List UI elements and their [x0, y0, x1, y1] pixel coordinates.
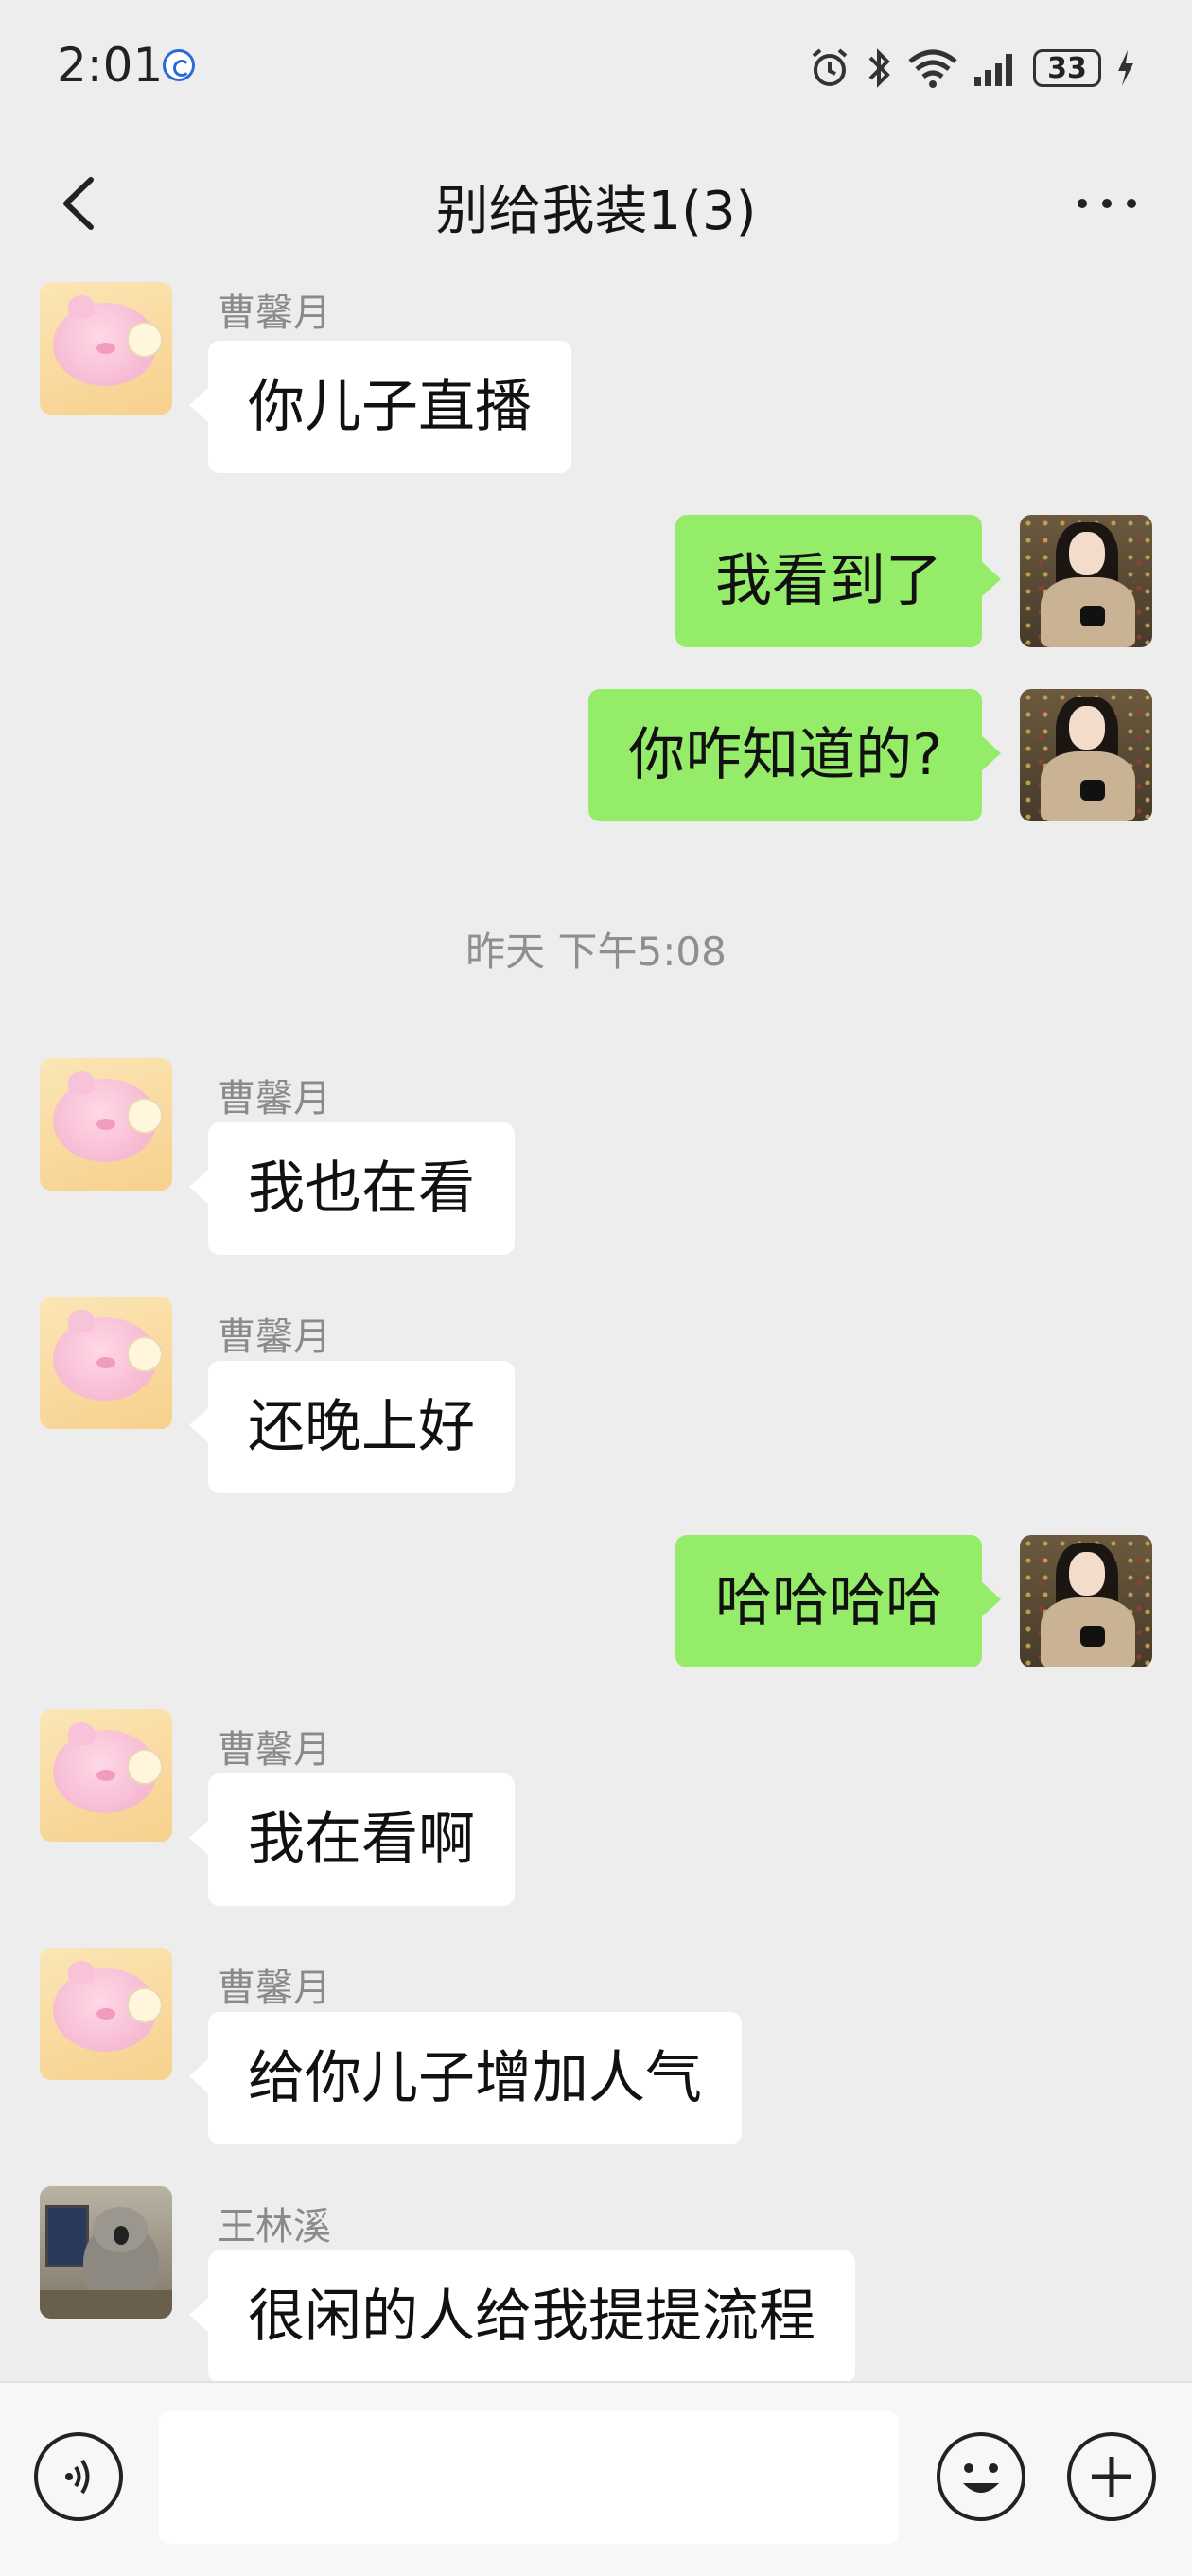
avatar-caoxinyue[interactable]	[40, 1709, 172, 1842]
status-time: 2:01	[57, 38, 164, 93]
alarm-icon	[812, 48, 848, 86]
avatar-caoxinyue[interactable]	[40, 1948, 172, 2080]
incoming-bubble[interactable]: 我也在看	[189, 1122, 515, 1255]
timestamp-divider: 昨天 下午5:08	[465, 928, 727, 975]
status-bar: 2:01 33	[0, 0, 1192, 132]
sender-name: 曹馨月	[218, 1967, 331, 2010]
battery-icon: 33	[1033, 49, 1101, 87]
avatar-self[interactable]	[1020, 1535, 1152, 1667]
sender-name: 曹馨月	[218, 1077, 331, 1120]
avatar-caoxinyue[interactable]	[40, 282, 172, 415]
more-icon[interactable]	[1069, 175, 1145, 232]
avatar-caoxinyue[interactable]	[40, 1297, 172, 1429]
emoji-icon	[963, 2463, 999, 2493]
sender-name: 曹馨月	[218, 1728, 331, 1772]
voice-icon	[65, 2459, 90, 2495]
more-actions-button[interactable]	[1067, 2432, 1156, 2521]
avatar-self[interactable]	[1020, 689, 1152, 821]
sender-name: 曹馨月	[218, 1315, 331, 1359]
outgoing-bubble[interactable]: 哈哈哈哈	[675, 1535, 1001, 1667]
incoming-bubble[interactable]: 还晚上好	[189, 1361, 515, 1493]
incoming-bubble[interactable]: 给你儿子增加人气	[189, 2012, 742, 2144]
avatar-caoxinyue[interactable]	[40, 1058, 172, 1191]
app-notification-icon	[163, 49, 195, 81]
charging-icon	[1118, 50, 1133, 86]
sender-name: 曹馨月	[218, 291, 331, 335]
input-bar	[0, 2381, 1192, 2576]
emoji-button[interactable]	[937, 2432, 1025, 2521]
message-input[interactable]	[159, 2411, 899, 2544]
chat-title: 别给我装1(3)	[435, 181, 757, 242]
wifi-icon	[908, 49, 957, 88]
incoming-bubble[interactable]: 你儿子直播	[189, 341, 571, 473]
outgoing-bubble[interactable]: 我看到了	[675, 515, 1001, 647]
signal-icon	[974, 54, 1012, 86]
bluetooth-icon	[868, 48, 890, 88]
voice-button[interactable]	[34, 2432, 123, 2521]
avatar-self[interactable]	[1020, 515, 1152, 647]
outgoing-bubble[interactable]: 你咋知道的?	[588, 689, 1001, 821]
plus-icon	[1092, 2457, 1131, 2497]
incoming-bubble[interactable]: 很闲的人给我提提流程	[189, 2250, 855, 2383]
system-icons: 33	[808, 40, 1135, 97]
avatar-wanglinxi[interactable]	[40, 2186, 172, 2319]
sender-name: 王林溪	[218, 2205, 331, 2249]
incoming-bubble[interactable]: 我在看啊	[189, 1773, 515, 1906]
chat-header: 别给我装1(3)	[0, 132, 1192, 274]
